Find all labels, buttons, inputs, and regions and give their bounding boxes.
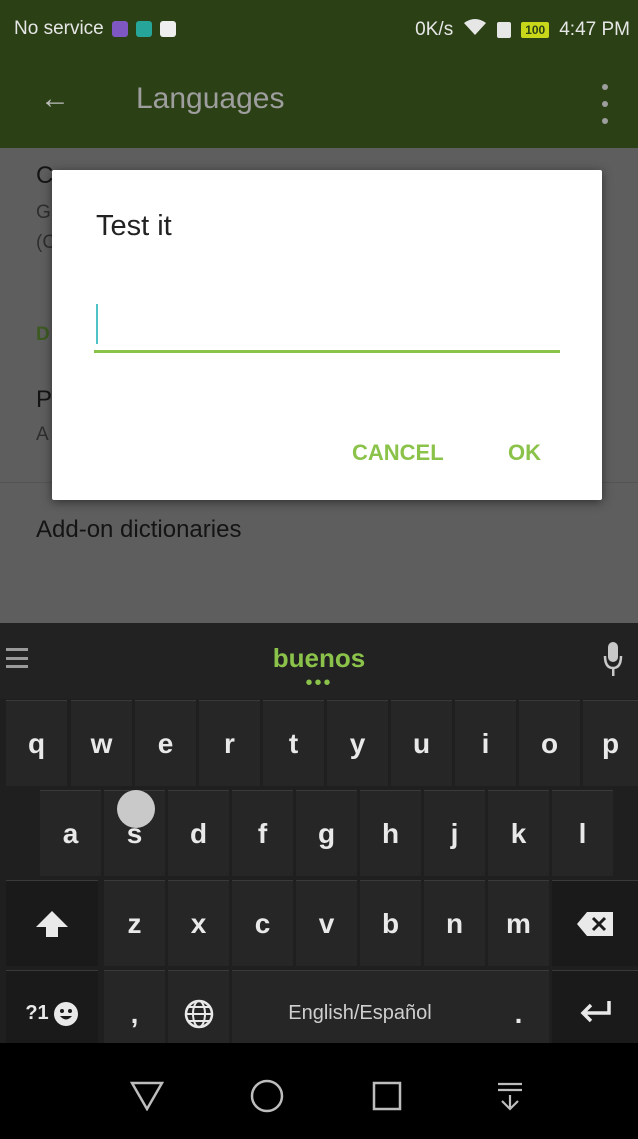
shift-key[interactable] (6, 880, 98, 966)
period-label: . (514, 997, 523, 1029)
key-c[interactable]: c (232, 880, 293, 966)
ok-button[interactable]: OK (508, 440, 541, 466)
cancel-button[interactable]: CANCEL (352, 440, 444, 466)
more-suggestions-dots[interactable]: ••• (0, 672, 638, 695)
home-nav-icon[interactable] (250, 1079, 284, 1118)
key-i[interactable]: i (455, 700, 516, 786)
arrow-back-icon[interactable]: ← (40, 82, 70, 116)
key-v[interactable]: v (296, 880, 357, 966)
comma-label: , (130, 997, 139, 1029)
test-it-dialog: Test it CANCEL OK (52, 170, 602, 500)
key-g[interactable]: g (296, 790, 357, 876)
key-o[interactable]: o (519, 700, 580, 786)
key-n[interactable]: n (424, 880, 485, 966)
globe-icon (184, 999, 213, 1028)
key-w[interactable]: w (71, 700, 132, 786)
wifi-icon (463, 18, 487, 42)
enter-icon (580, 1001, 611, 1023)
sim-icon (497, 22, 512, 38)
key-b[interactable]: b (360, 880, 421, 966)
network-speed: 0K/s (415, 19, 454, 40)
clock: 4:47 PM (559, 19, 630, 40)
section-header: D (36, 324, 50, 345)
key-p[interactable]: p (583, 700, 638, 786)
dialog-title: Test it (96, 210, 172, 242)
key-r[interactable]: r (199, 700, 260, 786)
microphone-icon[interactable] (602, 640, 624, 678)
play-store-icon (159, 21, 176, 37)
notification-icon (111, 21, 128, 37)
pref-title: P (36, 386, 53, 413)
suggestion-word[interactable]: buenos (0, 643, 638, 674)
key-l[interactable]: l (552, 790, 613, 876)
key-x[interactable]: x (168, 880, 229, 966)
key-k[interactable]: k (488, 790, 549, 876)
key-f[interactable]: f (232, 790, 293, 876)
add-on-dictionaries-item[interactable]: Add-on dictionaries (36, 516, 241, 544)
navigation-bar (0, 1043, 638, 1139)
carrier-text: No service (14, 18, 104, 39)
key-a[interactable]: a (40, 790, 101, 876)
pref-subtitle: G (36, 202, 51, 223)
key-h[interactable]: h (360, 790, 421, 876)
key-t[interactable]: t (263, 700, 324, 786)
backspace-icon (577, 911, 613, 936)
key-q[interactable]: q (6, 700, 67, 786)
key-m[interactable]: m (488, 880, 549, 966)
key-u[interactable]: u (391, 700, 452, 786)
pref-title: C (36, 162, 54, 189)
key-e[interactable]: e (135, 700, 196, 786)
hide-keyboard-icon[interactable] (496, 1081, 524, 1116)
battery-icon: 100 (521, 22, 550, 38)
notification-icon (135, 21, 152, 37)
test-input[interactable] (94, 294, 560, 353)
pref-subtitle: A (36, 424, 49, 445)
shift-icon (36, 910, 68, 937)
recents-nav-icon[interactable] (372, 1081, 402, 1116)
symbols-label: ?1 (25, 1002, 49, 1024)
space-label: English/Español (288, 1002, 432, 1024)
emoji-icon (53, 1001, 78, 1026)
back-nav-icon[interactable] (129, 1081, 165, 1116)
status-bar: No service 0K/s 100 4:47 PM (0, 0, 638, 58)
text-cursor (96, 304, 98, 344)
more-vert-icon[interactable] (598, 84, 612, 124)
key-y[interactable]: y (327, 700, 388, 786)
page-title: Languages (136, 82, 285, 115)
key-j[interactable]: j (424, 790, 485, 876)
key-z[interactable]: z (104, 880, 165, 966)
backspace-key[interactable] (552, 880, 638, 966)
key-d[interactable]: d (168, 790, 229, 876)
app-bar (0, 58, 638, 148)
touch-indicator (117, 790, 155, 828)
